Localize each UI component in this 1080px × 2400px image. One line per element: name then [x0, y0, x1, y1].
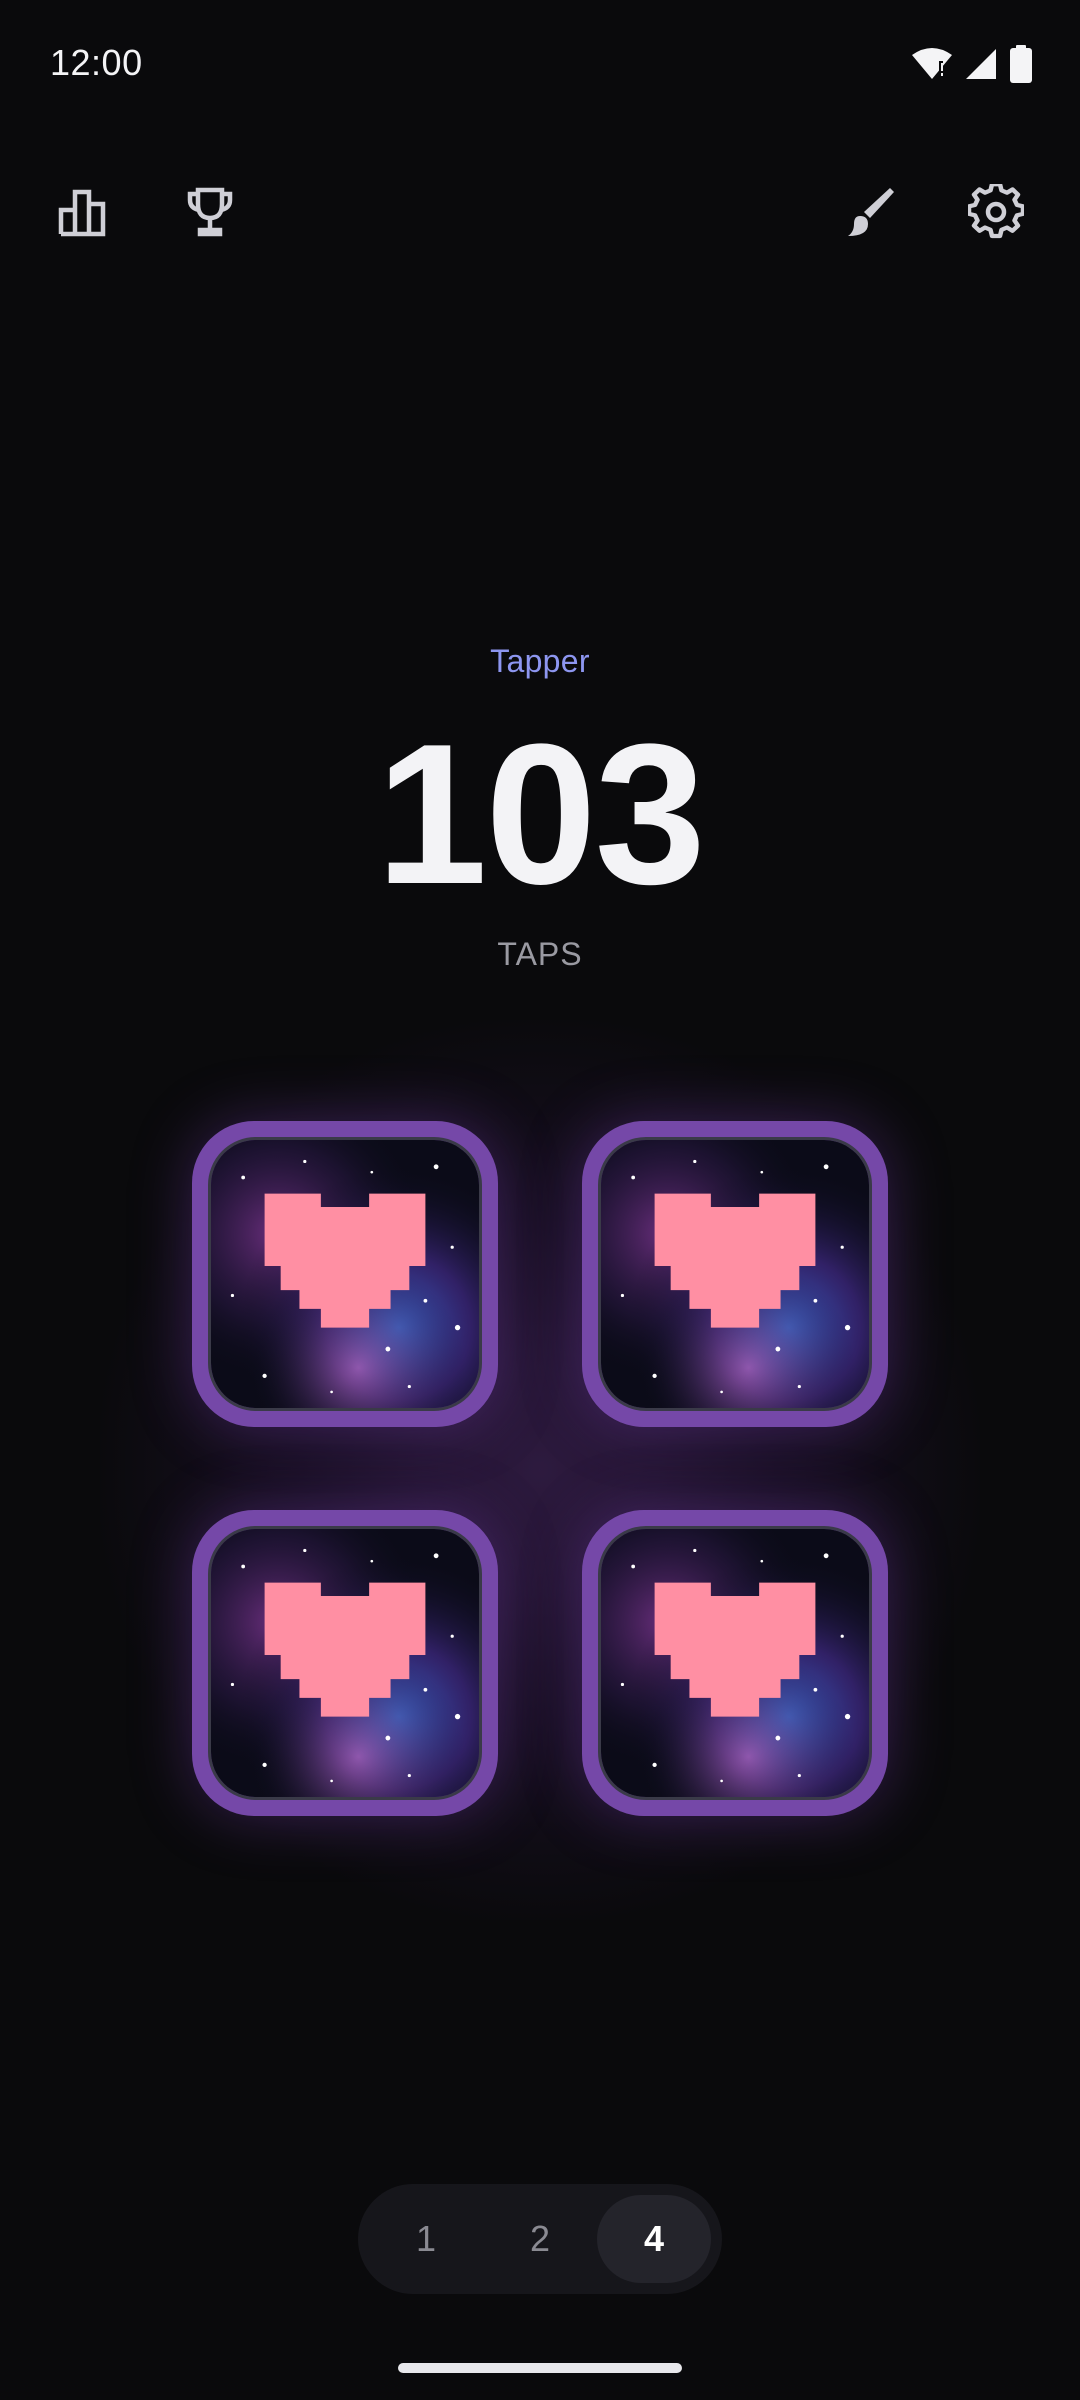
- trophy-icon: [187, 187, 233, 237]
- tap-tile-1[interactable]: [192, 1121, 498, 1427]
- tile-image: [598, 1526, 872, 1800]
- brush-icon: [848, 188, 894, 236]
- tap-count: 103: [376, 703, 706, 926]
- cell-signal-icon: [964, 47, 998, 81]
- theme-button[interactable]: [830, 172, 910, 252]
- wifi-icon: [912, 47, 952, 81]
- pixel-heart-icon: [211, 1529, 479, 1797]
- battery-icon: [1010, 45, 1032, 83]
- status-icons: [912, 44, 1032, 84]
- mode-option-4[interactable]: 4: [597, 2195, 711, 2283]
- mode-option-1[interactable]: 1: [369, 2195, 483, 2283]
- stats-button[interactable]: [45, 172, 125, 252]
- tile-image: [598, 1137, 872, 1411]
- pixel-heart-icon: [211, 1140, 479, 1408]
- app-name: Tapper: [490, 643, 590, 679]
- pixel-heart-icon: [601, 1140, 869, 1408]
- tapper-screen: 12:00 Tapper 103 TAPS 1 2 4: [0, 0, 1080, 2400]
- tile-count-selector: 1 2 4: [358, 2184, 722, 2294]
- tap-count-unit: TAPS: [497, 936, 583, 972]
- tap-tile-4[interactable]: [582, 1510, 888, 1816]
- status-time: 12:00: [50, 42, 143, 83]
- mode-option-2[interactable]: 2: [483, 2195, 597, 2283]
- status-bar: 12:00: [0, 0, 1080, 130]
- achievements-button[interactable]: [170, 172, 250, 252]
- gear-icon: [968, 184, 1024, 239]
- pixel-heart-icon: [601, 1529, 869, 1797]
- tap-tile-3[interactable]: [192, 1510, 498, 1816]
- tile-image: [208, 1526, 482, 1800]
- tap-tile-2[interactable]: [582, 1121, 888, 1427]
- home-indicator[interactable]: [398, 2363, 682, 2373]
- bar-chart-icon: [58, 189, 106, 237]
- tile-image: [208, 1137, 482, 1411]
- settings-button[interactable]: [956, 172, 1036, 252]
